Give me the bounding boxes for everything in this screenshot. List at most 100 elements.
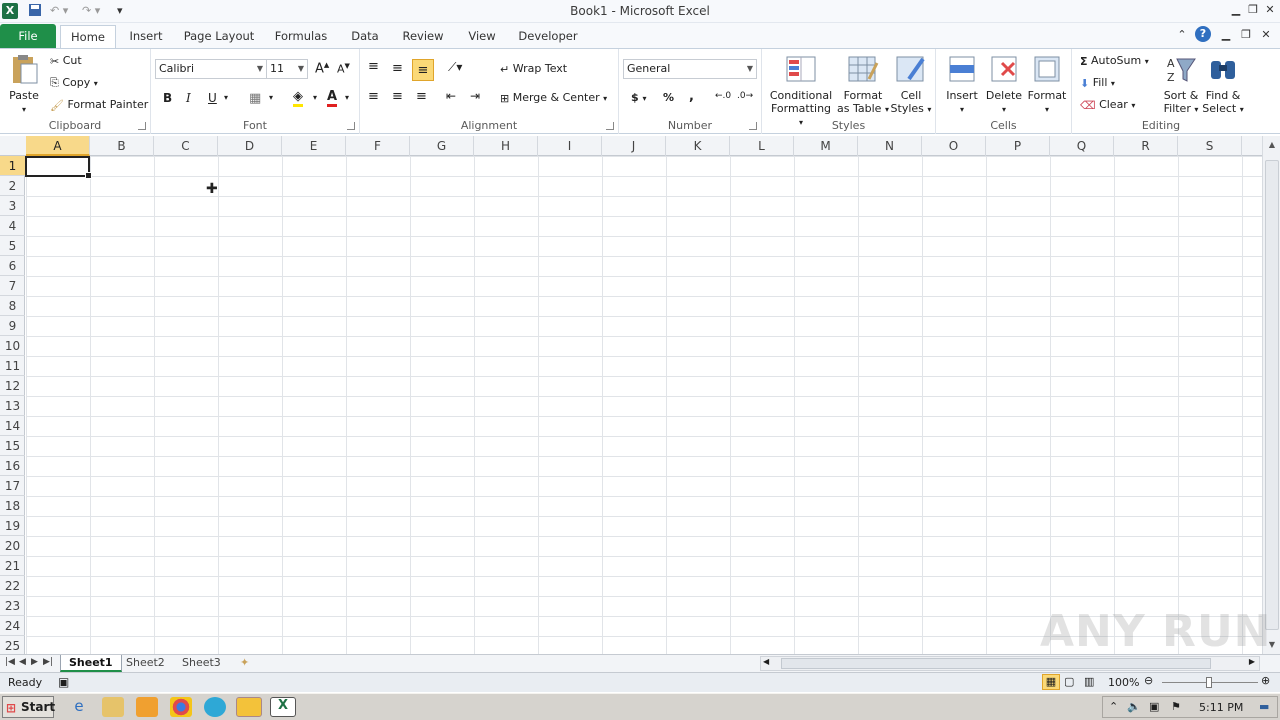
- vertical-scroll-thumb[interactable]: [1265, 160, 1279, 630]
- last-sheet-icon[interactable]: ▶|: [43, 657, 53, 667]
- decrease-indent-icon[interactable]: ⇤: [446, 89, 456, 103]
- increase-decimal-icon[interactable]: ←.0: [715, 91, 731, 101]
- format-as-table-button[interactable]: Format as Table ▾: [836, 53, 890, 116]
- tray-up-icon[interactable]: ⌃: [1109, 700, 1118, 713]
- paste-button[interactable]: Paste ▾: [6, 53, 42, 116]
- underline-button[interactable]: U: [208, 91, 217, 105]
- row-header-11[interactable]: 11: [0, 356, 25, 376]
- row-header-18[interactable]: 18: [0, 496, 25, 516]
- next-sheet-icon[interactable]: ▶: [31, 657, 38, 667]
- increase-indent-icon[interactable]: ⇥: [470, 89, 480, 103]
- media-player-icon[interactable]: [136, 697, 158, 717]
- insert-sheet-icon[interactable]: ✦: [232, 655, 257, 672]
- column-header-d[interactable]: D: [218, 136, 282, 156]
- row-header-21[interactable]: 21: [0, 556, 25, 576]
- show-desktop-icon[interactable]: ▬: [1259, 700, 1269, 713]
- tab-insert[interactable]: Insert: [124, 25, 168, 48]
- flag-icon[interactable]: ⚑: [1171, 700, 1181, 713]
- column-header-j[interactable]: J: [602, 136, 666, 156]
- row-header-6[interactable]: 6: [0, 256, 25, 276]
- column-header-f[interactable]: F: [346, 136, 410, 156]
- page-layout-view-icon[interactable]: ▢: [1064, 675, 1074, 688]
- active-cell[interactable]: [25, 156, 92, 179]
- percent-button[interactable]: %: [663, 91, 674, 104]
- comma-button[interactable]: ,: [689, 89, 694, 104]
- horizontal-scrollbar[interactable]: ◀ ▶: [760, 656, 1260, 671]
- column-header-e[interactable]: E: [282, 136, 346, 156]
- outlook-icon[interactable]: [236, 697, 262, 717]
- tab-home[interactable]: Home: [60, 25, 116, 49]
- wrap-text-button[interactable]: ↵ Wrap Text: [500, 62, 567, 76]
- row-header-25[interactable]: 25: [0, 636, 25, 654]
- alignment-launcher-icon[interactable]: [606, 122, 614, 130]
- row-header-16[interactable]: 16: [0, 456, 25, 476]
- conditional-formatting-button[interactable]: Conditional Formatting ▾: [768, 53, 834, 129]
- column-header-g[interactable]: G: [410, 136, 474, 156]
- column-header-p[interactable]: P: [986, 136, 1050, 156]
- workbook-restore-icon[interactable]: ❐: [1238, 27, 1254, 43]
- cell-styles-button[interactable]: Cell Styles ▾: [890, 53, 932, 116]
- underline-dropdown-icon[interactable]: ▾: [224, 93, 228, 102]
- network-icon[interactable]: ▣: [1149, 700, 1159, 713]
- horizontal-scroll-thumb[interactable]: [781, 658, 1211, 669]
- autosum-button[interactable]: Σ AutoSum ▾: [1080, 54, 1149, 68]
- row-header-7[interactable]: 7: [0, 276, 25, 296]
- row-header-22[interactable]: 22: [0, 576, 25, 596]
- explorer-icon[interactable]: [102, 697, 124, 717]
- font-name-combo[interactable]: Calibri ▼: [155, 59, 267, 79]
- scroll-right-icon[interactable]: ▶: [1249, 657, 1255, 666]
- tab-page-layout[interactable]: Page Layout: [180, 25, 258, 48]
- workbook-minimize-icon[interactable]: ▁: [1218, 27, 1234, 43]
- column-header-c[interactable]: C: [154, 136, 218, 156]
- decrease-decimal-icon[interactable]: .0→: [737, 91, 753, 101]
- column-header-l[interactable]: L: [730, 136, 794, 156]
- align-center-icon[interactable]: ≡: [392, 89, 403, 104]
- row-header-3[interactable]: 3: [0, 196, 25, 216]
- macro-record-icon[interactable]: ▣: [58, 675, 69, 689]
- number-format-combo[interactable]: General ▼: [623, 59, 757, 79]
- row-header-2[interactable]: 2: [0, 176, 25, 196]
- format-cells-button[interactable]: Format ▾: [1026, 53, 1068, 116]
- row-header-13[interactable]: 13: [0, 396, 25, 416]
- workbook-close-icon[interactable]: ✕: [1258, 27, 1274, 43]
- column-header-k[interactable]: K: [666, 136, 730, 156]
- ie-icon[interactable]: e: [68, 697, 90, 717]
- column-header-b[interactable]: B: [90, 136, 154, 156]
- delete-cells-button[interactable]: Delete ▾: [984, 53, 1024, 116]
- row-header-4[interactable]: 4: [0, 216, 25, 236]
- row-header-8[interactable]: 8: [0, 296, 25, 316]
- scroll-left-icon[interactable]: ◀: [763, 657, 769, 666]
- excel-taskbar-icon[interactable]: X: [270, 697, 296, 717]
- zoom-in-icon[interactable]: ⊕: [1261, 674, 1270, 687]
- row-header-9[interactable]: 9: [0, 316, 25, 336]
- align-right-icon[interactable]: ≡: [416, 89, 427, 104]
- middle-align-icon[interactable]: ≡: [392, 61, 403, 76]
- fill-button[interactable]: ⬇ Fill ▾: [1080, 76, 1115, 90]
- font-color-icon[interactable]: A: [327, 89, 338, 107]
- column-header-s[interactable]: S: [1178, 136, 1242, 156]
- copy-button[interactable]: ⎘ Copy ▾: [50, 76, 98, 90]
- clear-button[interactable]: ⌫ Clear ▾: [1080, 98, 1135, 112]
- zoom-level[interactable]: 100%: [1108, 676, 1139, 689]
- find-select-button[interactable]: Find & Select ▾: [1202, 53, 1244, 116]
- merge-center-button[interactable]: ⊞ Merge & Center ▾: [500, 91, 607, 105]
- scroll-up-icon[interactable]: ▲: [1265, 138, 1279, 152]
- bottom-align-icon[interactable]: ≡: [412, 59, 434, 81]
- zoom-out-icon[interactable]: ⊖: [1144, 674, 1153, 687]
- worksheet-grid[interactable]: ABCDEFGHIJKLMNOPQRS 1 2 3 4 5 6 7 8 9 10 11 12 13 14 1…: [0, 136, 1262, 654]
- minimize-icon[interactable]: ▁: [1228, 2, 1244, 18]
- number-launcher-icon[interactable]: [749, 122, 757, 130]
- tab-formulas[interactable]: Formulas: [270, 25, 332, 48]
- grow-font-button[interactable]: A▲: [315, 61, 329, 76]
- orientation-icon[interactable]: ⟋▾: [448, 60, 462, 75]
- tab-data[interactable]: Data: [345, 25, 385, 48]
- zoom-slider-thumb[interactable]: [1206, 677, 1212, 688]
- column-header-h[interactable]: H: [474, 136, 538, 156]
- page-break-view-icon[interactable]: ▥: [1084, 675, 1094, 688]
- fill-color-dropdown-icon[interactable]: ▾: [313, 93, 317, 102]
- column-header-n[interactable]: N: [858, 136, 922, 156]
- column-header-i[interactable]: I: [538, 136, 602, 156]
- cell-area[interactable]: [26, 156, 1262, 654]
- edge-icon[interactable]: [204, 697, 226, 717]
- row-header-15[interactable]: 15: [0, 436, 25, 456]
